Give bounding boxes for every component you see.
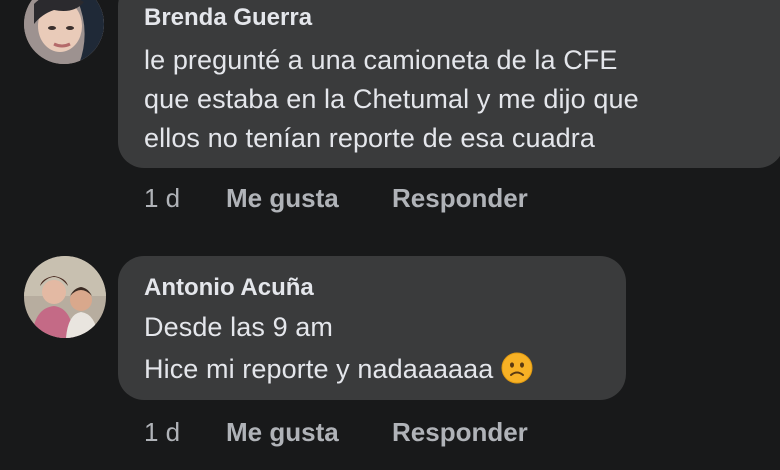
comment: Antonio Acuña Desde las 9 am Hice mi rep… — [0, 250, 780, 470]
avatar-photo — [24, 0, 104, 64]
like-button[interactable]: Me gusta — [226, 183, 339, 214]
comment-timestamp[interactable]: 1 d — [144, 417, 180, 448]
comment-author[interactable]: Antonio Acuña — [144, 274, 314, 302]
comment-text-line: que estaba en la Chetumal y me dijo que — [144, 84, 639, 114]
comment: Brenda Guerra le pregunté a una camionet… — [0, 0, 780, 230]
comment-timestamp[interactable]: 1 d — [144, 183, 180, 214]
comment-text: Hice mi reporte y nadaaaaaa — [144, 354, 494, 384]
comment-text-line: Desde las 9 am — [144, 312, 333, 342]
like-button[interactable]: Me gusta — [226, 417, 339, 448]
comment-text-line: le pregunté a una camioneta de la CFE — [144, 45, 618, 75]
reply-button[interactable]: Responder — [392, 417, 528, 448]
comment-text-line: Hice mi reporte y nadaaaaaa — [144, 352, 533, 385]
avatar-photo — [24, 256, 106, 338]
comment-actions: 1 d Me gusta Responder — [0, 183, 780, 217]
comment-author[interactable]: Brenda Guerra — [144, 4, 312, 32]
frowning-face-emoji-icon — [501, 352, 533, 384]
avatar[interactable] — [24, 256, 106, 338]
reply-button[interactable]: Responder — [392, 183, 528, 214]
comment-text-line: ellos no tenían reporte de esa cuadra — [144, 123, 596, 153]
avatar[interactable] — [24, 0, 104, 64]
comment-actions: 1 d Me gusta Responder — [0, 417, 780, 451]
